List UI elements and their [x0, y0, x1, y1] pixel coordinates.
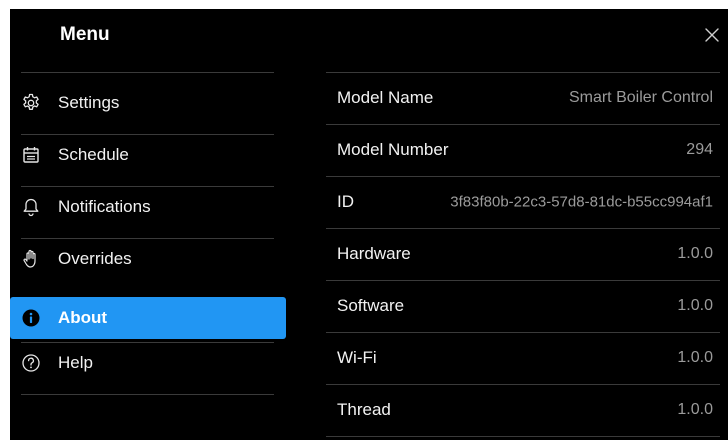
divider	[21, 394, 274, 395]
detail-row-model-name: Model Name Smart Boiler Control	[326, 72, 720, 124]
sidebar-item-label: Notifications	[58, 197, 151, 216]
detail-value: 294	[686, 141, 713, 158]
close-button[interactable]	[702, 25, 722, 45]
detail-row-thread: Thread 1.0.0	[326, 384, 720, 436]
sidebar-item-settings[interactable]: Settings	[10, 82, 286, 124]
sidebar-item-label: Settings	[58, 93, 120, 112]
detail-value: 1.0.0	[677, 401, 713, 418]
sidebar-item-overrides[interactable]: Overrides	[10, 238, 286, 280]
detail-value: 3f83f80b-22c3-57d8-81dc-b55cc994af1	[450, 193, 713, 211]
calendar-icon	[21, 145, 41, 165]
detail-label: Hardware	[337, 244, 411, 263]
detail-value: Smart Boiler Control	[568, 89, 713, 106]
detail-row-model-number: Model Number 294	[326, 124, 720, 176]
detail-value: 1.0.0	[677, 297, 713, 314]
bell-icon	[21, 197, 41, 217]
sidebar-item-label: Help	[58, 353, 93, 372]
sidebar-item-about[interactable]: About	[10, 297, 286, 339]
detail-label: Model Name	[337, 88, 434, 107]
sidebar-item-label: About	[58, 308, 108, 327]
sidebar-item-label: Schedule	[58, 145, 129, 164]
detail-row-software: Software 1.0.0	[326, 280, 720, 332]
help-icon	[21, 353, 41, 373]
detail-label: ID	[337, 192, 354, 211]
close-icon	[705, 28, 719, 42]
detail-row-id: ID 3f83f80b-22c3-57d8-81dc-b55cc994af1	[326, 176, 720, 228]
page-title: Menu	[60, 24, 110, 45]
detail-label: Thread	[337, 400, 391, 419]
sidebar-item-schedule[interactable]: Schedule	[10, 134, 286, 176]
detail-row-wifi: Wi-Fi 1.0.0	[326, 332, 720, 384]
detail-value: 1.0.0	[677, 245, 713, 262]
divider	[326, 436, 720, 437]
gear-icon	[21, 93, 41, 113]
detail-value: 1.0.0	[677, 349, 713, 366]
sidebar-item-label: Overrides	[58, 249, 132, 268]
sidebar-item-help[interactable]: Help	[10, 342, 286, 384]
divider	[21, 72, 274, 73]
hand-icon	[21, 249, 41, 269]
detail-label: Software	[337, 296, 405, 315]
detail-label: Model Number	[337, 140, 449, 159]
detail-row-hardware: Hardware 1.0.0	[326, 228, 720, 280]
info-icon	[21, 308, 41, 328]
sidebar-item-notifications[interactable]: Notifications	[10, 186, 286, 228]
detail-label: Wi-Fi	[337, 348, 377, 367]
menu-screen: Menu Settings Schedule Notifications Ove…	[10, 9, 728, 440]
